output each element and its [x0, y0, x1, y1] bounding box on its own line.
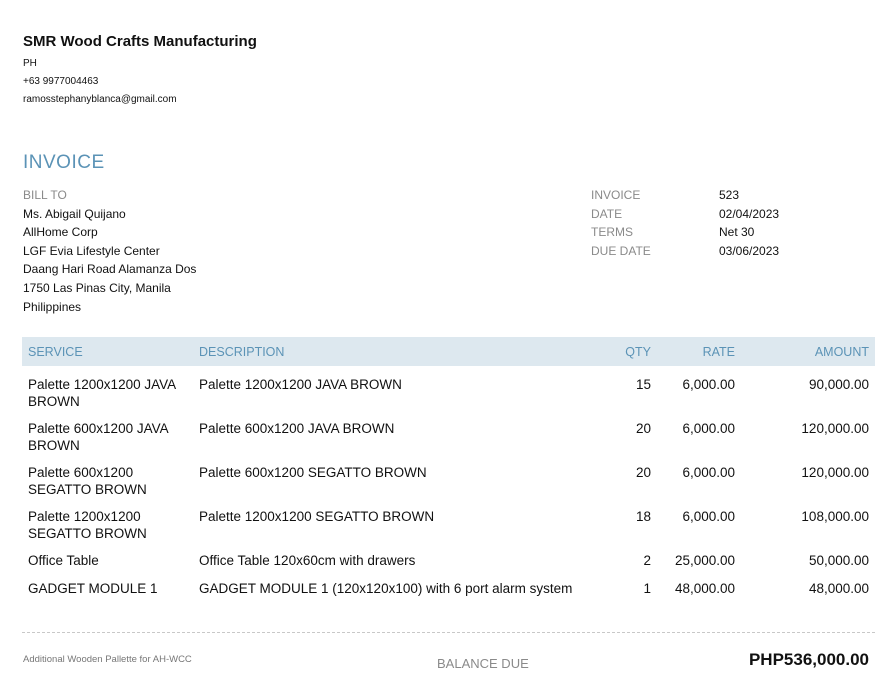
company-phone: +63 9977004463 — [23, 76, 99, 87]
invoice-meta: INVOICE 523 DATE 02/04/2023 TERMS Net 30… — [591, 186, 779, 260]
cell-amount: 50,000.00 — [808, 553, 869, 568]
bill-to-line: 1750 Las Pinas City, Manila — [23, 280, 171, 295]
header-service: SERVICE — [28, 344, 83, 359]
line-items-table: SERVICE DESCRIPTION QTY RATE AMOUNT Pale… — [22, 337, 875, 608]
cell-rate: 48,000.00 — [674, 580, 735, 596]
balance-due-value: PHP536,000.00 — [748, 650, 869, 669]
bill-to-line: Daang Hari Road Alamanza Dos — [23, 262, 197, 277]
meta-label: DUE DATE — [591, 243, 651, 258]
table-row: Palette 1200x1200 SEGATTO BROWN Palette … — [22, 509, 875, 553]
table-row: GADGET MODULE 1 GADGET MODULE 1 (120x120… — [22, 581, 875, 609]
balance-due-label: BALANCE DUE — [437, 656, 529, 671]
invoice-title: INVOICE — [23, 152, 105, 173]
meta-label: TERMS — [591, 225, 633, 240]
meta-row-invoice: INVOICE 523 — [591, 186, 779, 205]
company-email: ramosstephanyblanca@gmail.com — [23, 94, 177, 105]
bill-to-line: Philippines — [23, 299, 82, 314]
header-rate: RATE — [702, 344, 735, 359]
cell-qty: 2 — [643, 553, 651, 568]
company-country: PH — [23, 58, 37, 69]
cell-description: Palette 600x1200 JAVA BROWN — [199, 421, 395, 436]
cell-amount: 108,000.00 — [801, 509, 869, 524]
cell-service: Palette 600x1200 SEGATTO BROWN — [28, 465, 147, 497]
meta-row-terms: TERMS Net 30 — [591, 223, 779, 242]
bill-to-line: Ms. Abigail Quijano — [23, 206, 126, 221]
table-row: Palette 600x1200 SEGATTO BROWN Palette 6… — [22, 465, 875, 509]
cell-qty: 20 — [635, 421, 651, 436]
bill-to-block: BILL TO Ms. Abigail Quijano AllHome Corp… — [23, 186, 196, 316]
cell-service: Palette 1200x1200 JAVA BROWN — [28, 377, 176, 409]
bill-to-line: AllHome Corp — [23, 225, 98, 240]
meta-row-due-date: DUE DATE 03/06/2023 — [591, 242, 779, 261]
cell-amount: 120,000.00 — [801, 421, 869, 436]
footer-divider — [22, 632, 875, 633]
header-qty: QTY — [625, 344, 651, 359]
cell-service: GADGET MODULE 1 — [28, 580, 158, 596]
cell-qty: 20 — [635, 465, 651, 480]
cell-rate: 6,000.00 — [682, 421, 735, 436]
cell-service: Palette 600x1200 JAVA BROWN — [28, 421, 168, 453]
cell-service: Office Table — [28, 553, 99, 568]
cell-description: Palette 1200x1200 SEGATTO BROWN — [199, 509, 435, 524]
table-row: Office Table Office Table 120x60cm with … — [22, 553, 875, 581]
cell-rate: 6,000.00 — [682, 377, 735, 392]
cell-description: Office Table 120x60cm with drawers — [199, 553, 416, 568]
meta-label: INVOICE — [591, 188, 641, 202]
cell-description: Palette 1200x1200 JAVA BROWN — [199, 377, 402, 392]
company-block: SMR Wood Crafts Manufacturing PH +63 997… — [23, 33, 257, 109]
cell-amount: 48,000.00 — [808, 580, 869, 596]
cell-qty: 1 — [643, 580, 651, 596]
footer-note: Additional Wooden Pallette for AH-WCC — [23, 654, 192, 665]
cell-rate: 6,000.00 — [682, 465, 735, 480]
bill-to-label: BILL TO — [23, 188, 67, 202]
meta-label: DATE — [591, 206, 623, 221]
cell-rate: 25,000.00 — [674, 553, 735, 568]
header-description: DESCRIPTION — [199, 344, 285, 359]
cell-rate: 6,000.00 — [682, 509, 735, 524]
meta-row-date: DATE 02/04/2023 — [591, 205, 779, 224]
cell-amount: 120,000.00 — [801, 465, 869, 480]
table-row: Palette 600x1200 JAVA BROWN Palette 600x… — [22, 421, 875, 465]
meta-value: Net 30 — [719, 225, 755, 240]
table-row: Palette 1200x1200 JAVA BROWN Palette 120… — [22, 366, 875, 421]
cell-service: Palette 1200x1200 SEGATTO BROWN — [28, 509, 147, 541]
cell-description: GADGET MODULE 1 (120x120x100) with 6 por… — [199, 580, 573, 596]
cell-amount: 90,000.00 — [808, 377, 869, 392]
meta-value: 03/06/2023 — [719, 243, 780, 258]
header-amount: AMOUNT — [814, 344, 869, 359]
cell-description: Palette 600x1200 SEGATTO BROWN — [199, 465, 427, 480]
cell-qty: 15 — [635, 377, 651, 392]
table-header-row: SERVICE DESCRIPTION QTY RATE AMOUNT — [22, 337, 875, 366]
meta-value: 02/04/2023 — [719, 206, 780, 221]
bill-to-line: LGF Evia Lifestyle Center — [23, 243, 160, 258]
company-name: SMR Wood Crafts Manufacturing — [23, 33, 257, 50]
meta-value: 523 — [719, 188, 740, 202]
cell-qty: 18 — [635, 509, 651, 524]
